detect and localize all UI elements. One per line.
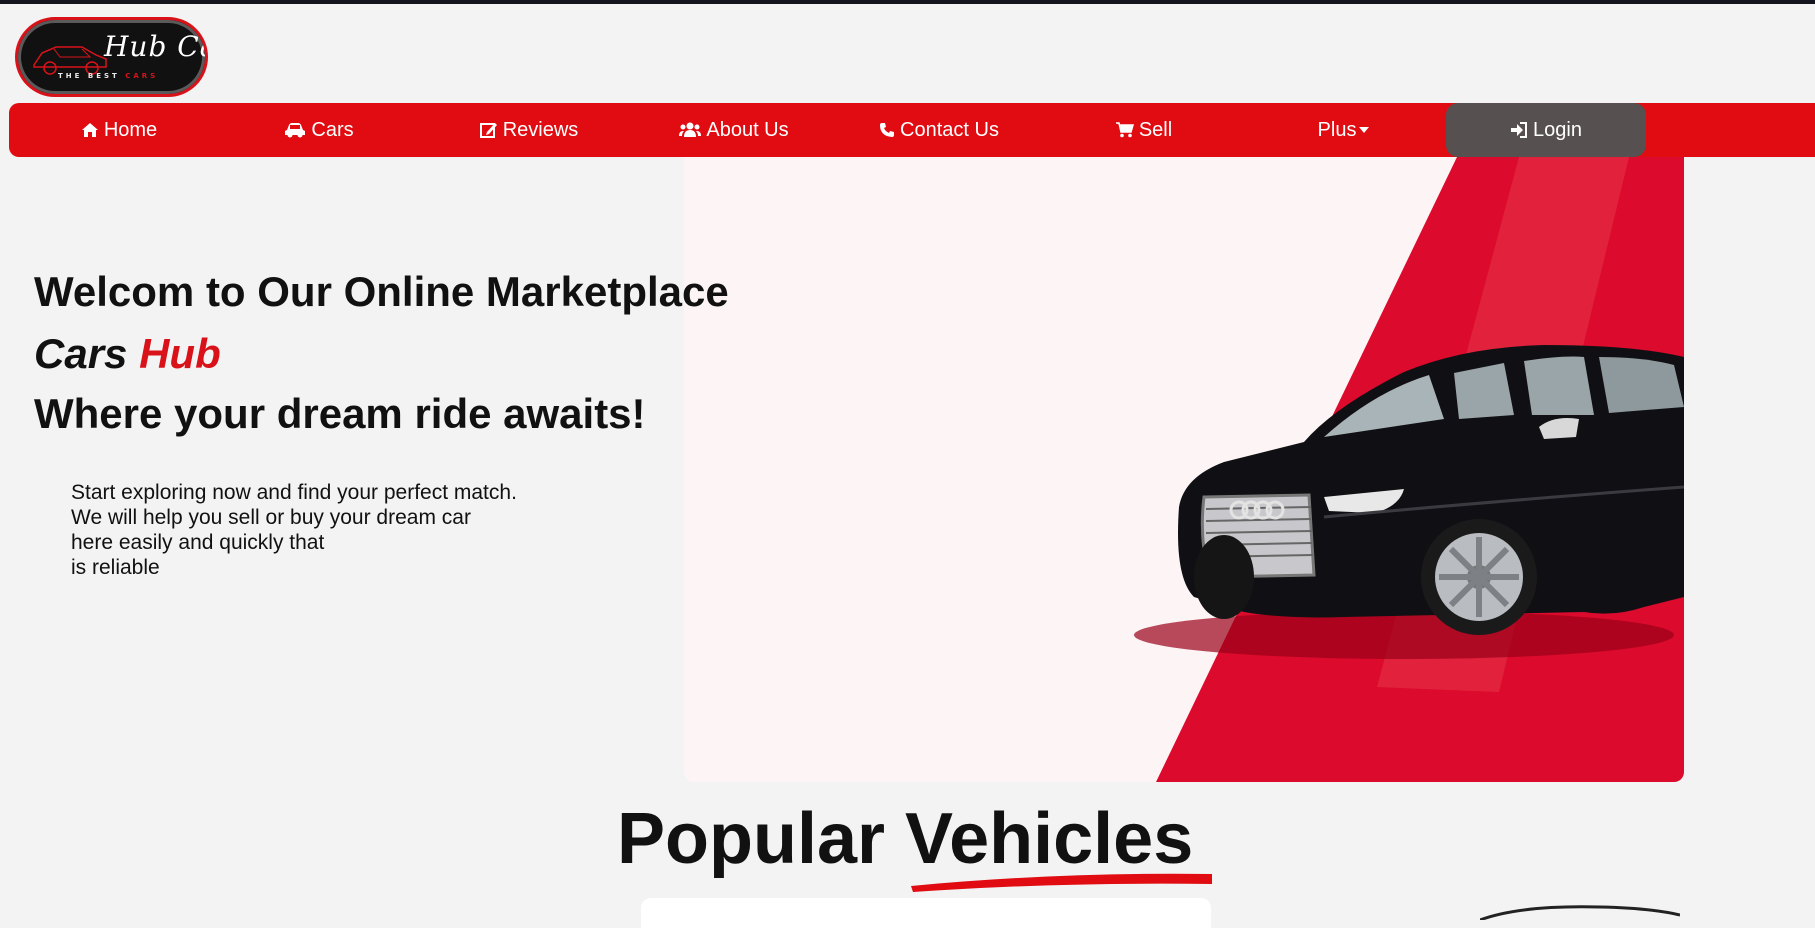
- users-icon: [679, 122, 702, 137]
- hero-brand-title: Cars Hub: [34, 330, 221, 378]
- nav-cars-label: Cars: [311, 118, 354, 141]
- hero-description: Start exploring now and find your perfec…: [71, 480, 517, 580]
- login-button[interactable]: Login: [1446, 103, 1646, 157]
- nav-cars[interactable]: Cars: [249, 103, 389, 157]
- nav-home[interactable]: Home: [49, 103, 189, 157]
- nav-plus-label: Plus: [1317, 118, 1357, 141]
- hero-brand-cars: Cars: [34, 330, 128, 377]
- nav-about-label: About Us: [706, 118, 789, 141]
- hero-desc-line: Start exploring now and find your perfec…: [71, 481, 517, 504]
- hero-brand-hub: Hub: [139, 330, 221, 377]
- login-label: Login: [1533, 118, 1582, 141]
- nav-home-label: Home: [103, 118, 158, 141]
- nav-reviews-label: Reviews: [502, 118, 579, 141]
- hero-desc-line: here easily and quickly that: [71, 531, 325, 554]
- nav-contact-label: Contact Us: [900, 118, 999, 141]
- nav-reviews[interactable]: Reviews: [459, 103, 599, 157]
- hero-car-illustration: [1134, 157, 1684, 782]
- edit-icon: [479, 123, 497, 138]
- main-navigation: Home Cars Reviews About Us Contact Us Se…: [9, 103, 1815, 157]
- hero-heading: Welcom to Our Online Marketplace: [34, 268, 729, 315]
- nav-sell-label: Sell: [1138, 118, 1173, 141]
- hero-desc-line: is reliable: [71, 556, 160, 579]
- heading-underline-decoration: [911, 873, 1212, 892]
- hero-desc-line: We will help you sell or buy your dream …: [71, 506, 471, 529]
- nav-contact-us[interactable]: Contact Us: [864, 103, 1014, 157]
- caret-down-icon: [1359, 127, 1370, 133]
- top-border: [0, 0, 1815, 4]
- hero-subheading: Where your dream ride awaits!: [34, 390, 646, 437]
- nav-plus-dropdown[interactable]: Plus: [1279, 103, 1409, 157]
- vehicle-image-peek: [1480, 905, 1680, 920]
- nav-sell[interactable]: Sell: [1079, 103, 1209, 157]
- sign-in-icon: [1511, 122, 1528, 138]
- home-icon: [81, 123, 98, 137]
- vehicle-card[interactable]: [641, 898, 1211, 928]
- nav-about-us[interactable]: About Us: [659, 103, 809, 157]
- phone-icon: [880, 123, 895, 137]
- hub-car-logo[interactable]: Hub Car THE BEST CARS: [15, 17, 208, 97]
- car-icon: [285, 123, 306, 138]
- cart-icon: [1115, 122, 1134, 138]
- logo-script-text: Hub Car: [104, 30, 205, 63]
- hero-banner-image: [684, 157, 1684, 782]
- logo-tagline: THE BEST CARS: [58, 72, 159, 80]
